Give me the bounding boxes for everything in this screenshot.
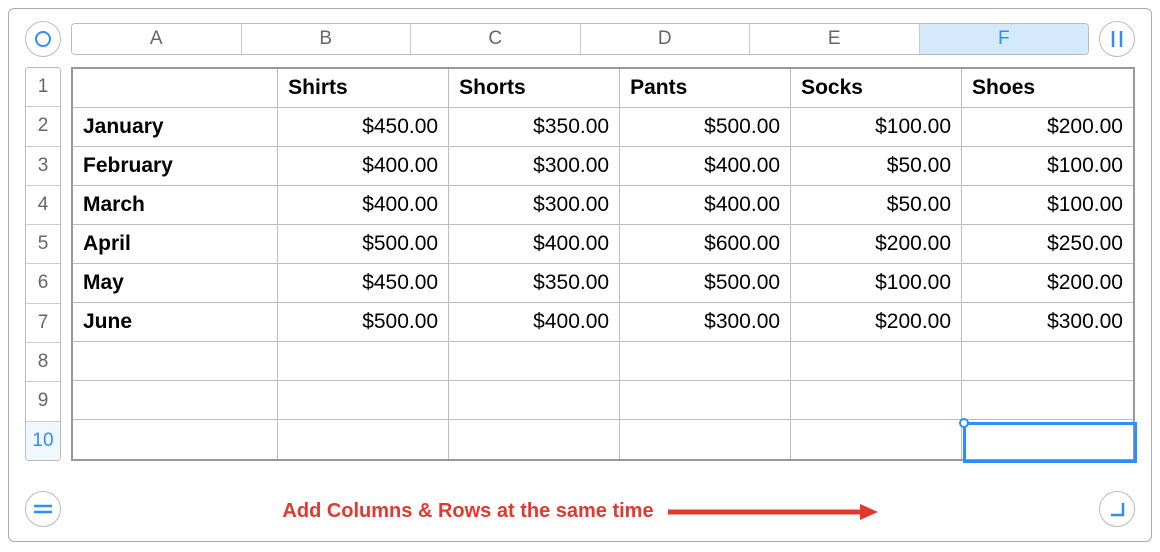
cell-F2[interactable]: $200.00 (962, 108, 1133, 147)
cell-D2[interactable]: $500.00 (620, 108, 791, 147)
annotation-arrow-icon (668, 503, 878, 521)
cell-A8[interactable] (73, 342, 278, 381)
cell-D3[interactable]: $400.00 (620, 147, 791, 186)
cell-E4[interactable]: $50.00 (791, 186, 962, 225)
row-header-4[interactable]: 4 (26, 186, 60, 225)
cell-C10[interactable] (449, 420, 620, 459)
annotation-text: Add Columns & Rows at the same time (282, 500, 653, 523)
cell-B5[interactable]: $500.00 (278, 225, 449, 264)
cell-B1[interactable]: Shirts (278, 69, 449, 108)
cell-B8[interactable] (278, 342, 449, 381)
column-header-E[interactable]: E (750, 24, 920, 54)
cell-B4[interactable]: $400.00 (278, 186, 449, 225)
cell-A10[interactable] (73, 420, 278, 459)
cell-F7[interactable]: $300.00 (962, 303, 1133, 342)
cell-B6[interactable]: $450.00 (278, 264, 449, 303)
cell-C4[interactable]: $300.00 (449, 186, 620, 225)
cell-E10[interactable] (791, 420, 962, 459)
cell-E2[interactable]: $100.00 (791, 108, 962, 147)
cell-D10[interactable] (620, 420, 791, 459)
cell-B9[interactable] (278, 381, 449, 420)
row-header-5[interactable]: 5 (26, 225, 60, 264)
row-header-9[interactable]: 9 (26, 382, 60, 421)
spreadsheet-table: ABCDEF 12345678910 ShirtsShortsPantsSock… (8, 8, 1152, 542)
cell-C9[interactable] (449, 381, 620, 420)
cell-C7[interactable]: $400.00 (449, 303, 620, 342)
cell-A1[interactable] (73, 69, 278, 108)
cell-A3[interactable]: February (73, 147, 278, 186)
cell-D6[interactable]: $500.00 (620, 264, 791, 303)
cell-C5[interactable]: $400.00 (449, 225, 620, 264)
column-header-F[interactable]: F (920, 24, 1089, 54)
cell-A4[interactable]: March (73, 186, 278, 225)
column-header-C[interactable]: C (411, 24, 581, 54)
cell-F1[interactable]: Shoes (962, 69, 1133, 108)
cell-C2[interactable]: $350.00 (449, 108, 620, 147)
cell-F6[interactable]: $200.00 (962, 264, 1133, 303)
cell-B7[interactable]: $500.00 (278, 303, 449, 342)
column-header-D[interactable]: D (581, 24, 751, 54)
annotation-callout: Add Columns & Rows at the same time (9, 500, 1151, 523)
cell-D5[interactable]: $600.00 (620, 225, 791, 264)
row-number-ruler: 12345678910 (25, 67, 61, 461)
cell-F4[interactable]: $100.00 (962, 186, 1133, 225)
cell-F10[interactable] (962, 420, 1133, 459)
cell-D4[interactable]: $400.00 (620, 186, 791, 225)
cell-F9[interactable] (962, 381, 1133, 420)
row-header-8[interactable]: 8 (26, 343, 60, 382)
cell-F5[interactable]: $250.00 (962, 225, 1133, 264)
cell-C6[interactable]: $350.00 (449, 264, 620, 303)
add-column-handle[interactable] (1099, 21, 1135, 57)
cell-B10[interactable] (278, 420, 449, 459)
row-header-10[interactable]: 10 (26, 422, 60, 460)
cell-D9[interactable] (620, 381, 791, 420)
cell-D8[interactable] (620, 342, 791, 381)
table-select-all-handle[interactable] (25, 21, 61, 57)
cell-D7[interactable]: $300.00 (620, 303, 791, 342)
cell-E7[interactable]: $200.00 (791, 303, 962, 342)
cell-C3[interactable]: $300.00 (449, 147, 620, 186)
row-header-7[interactable]: 7 (26, 304, 60, 343)
cell-E1[interactable]: Socks (791, 69, 962, 108)
add-columns-and-rows-handle[interactable] (1099, 491, 1135, 527)
cell-B3[interactable]: $400.00 (278, 147, 449, 186)
cell-D1[interactable]: Pants (620, 69, 791, 108)
table-body-row: 12345678910 ShirtsShortsPantsSocksShoes J… (25, 67, 1135, 461)
cell-F8[interactable] (962, 342, 1133, 381)
cell-E5[interactable]: $200.00 (791, 225, 962, 264)
cell-A9[interactable] (73, 381, 278, 420)
cell-E8[interactable] (791, 342, 962, 381)
column-letter-ruler: ABCDEF (71, 23, 1089, 55)
cell-A6[interactable]: May (73, 264, 278, 303)
column-header-B[interactable]: B (242, 24, 412, 54)
column-header-A[interactable]: A (72, 24, 242, 54)
add-row-handle[interactable] (25, 491, 61, 527)
row-header-1[interactable]: 1 (26, 68, 60, 107)
cell-B2[interactable]: $450.00 (278, 108, 449, 147)
cell-A7[interactable]: June (73, 303, 278, 342)
cell-grid: ShirtsShortsPantsSocksShoesJanuary$450.0… (71, 67, 1135, 461)
cell-A2[interactable]: January (73, 108, 278, 147)
row-header-2[interactable]: 2 (26, 107, 60, 146)
cell-A5[interactable]: April (73, 225, 278, 264)
cell-F3[interactable]: $100.00 (962, 147, 1133, 186)
cell-E9[interactable] (791, 381, 962, 420)
cell-E3[interactable]: $50.00 (791, 147, 962, 186)
row-header-6[interactable]: 6 (26, 264, 60, 303)
cell-C8[interactable] (449, 342, 620, 381)
row-header-3[interactable]: 3 (26, 147, 60, 186)
cell-C1[interactable]: Shorts (449, 69, 620, 108)
column-header-row: ABCDEF (25, 21, 1135, 57)
cell-E6[interactable]: $100.00 (791, 264, 962, 303)
